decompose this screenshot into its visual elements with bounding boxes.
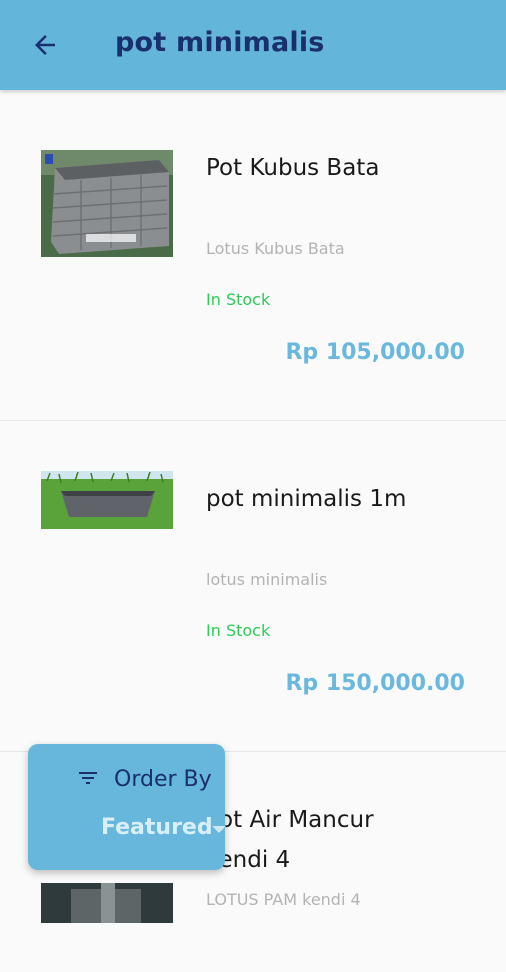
order-by-label: Order By: [114, 767, 212, 792]
page-title: pot minimalis: [115, 27, 325, 58]
product-name: Pot Kubus Bata: [206, 155, 380, 181]
arrow-left-icon: [35, 35, 55, 55]
product-name-line: Pot Air Mancur: [206, 807, 374, 833]
product-price: Rp 105,000.00: [285, 340, 465, 365]
app-bar: pot minimalis: [0, 0, 506, 90]
filter-list-icon: [79, 772, 97, 784]
product-card[interactable]: pot minimalis 1m lotus minimalis In Stoc…: [0, 421, 506, 752]
product-brand: lotus minimalis: [206, 570, 328, 589]
stock-status: In Stock: [206, 621, 271, 640]
product-card[interactable]: Pot Kubus Bata Lotus Kubus Bata In Stock…: [0, 90, 506, 421]
back-button[interactable]: [28, 28, 62, 62]
chevron-down-icon: [212, 826, 226, 833]
product-image[interactable]: [41, 150, 173, 257]
product-image[interactable]: [41, 883, 173, 923]
order-by-button[interactable]: Order By Featured: [28, 744, 226, 870]
product-brand: Lotus Kubus Bata: [206, 239, 345, 258]
product-name: pot minimalis 1m: [206, 486, 407, 512]
sort-value[interactable]: Featured: [101, 815, 213, 840]
product-name: Pot Air Mancur kendi 4: [206, 800, 374, 880]
stock-status: In Stock: [206, 290, 271, 309]
product-price: Rp 150,000.00: [285, 671, 465, 696]
product-image[interactable]: [41, 471, 173, 529]
